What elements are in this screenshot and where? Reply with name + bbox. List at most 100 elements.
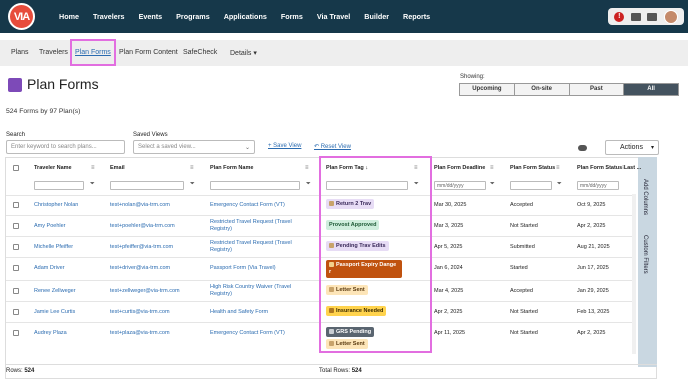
- column-menu-icon[interactable]: ≡: [622, 165, 626, 171]
- row-checkbox[interactable]: [13, 244, 19, 250]
- total-rows-value: 524: [351, 368, 362, 374]
- custom-filters-tab[interactable]: Custom Filters: [642, 235, 648, 274]
- status-value: Accepted: [510, 202, 533, 208]
- filter-icon[interactable]: ⏷: [557, 181, 562, 188]
- deadline-value: Apr 2, 2025: [434, 309, 463, 315]
- filter-traveler-name[interactable]: [34, 181, 84, 190]
- filter-icon[interactable]: ⏷: [306, 181, 311, 188]
- column-menu-icon[interactable]: ≡: [91, 165, 95, 171]
- showing-on-site[interactable]: On-site: [514, 84, 570, 95]
- via-logo[interactable]: VIA: [8, 3, 35, 30]
- traveler-name-link[interactable]: Christopher Nolan: [34, 202, 78, 208]
- status-last-updated-value: Apr 2, 2025: [577, 223, 606, 229]
- status-last-updated-value: Jun 17, 2025: [577, 265, 609, 271]
- subnav-plans[interactable]: Plans: [11, 49, 29, 56]
- subnav-details-dropdown[interactable]: Details ▾: [230, 49, 257, 57]
- save-view-button[interactable]: + Save View: [268, 143, 301, 149]
- plan-form-name-link[interactable]: High Risk Country Waiver (Travel Registr…: [210, 284, 305, 298]
- column-menu-icon[interactable]: ≡: [190, 165, 194, 171]
- email-link[interactable]: test+curtis@via-trm.com: [110, 309, 170, 315]
- mail-icon[interactable]: [630, 12, 641, 21]
- filter-status[interactable]: [510, 181, 552, 190]
- email-link[interactable]: test+zellweger@via-trm.com: [110, 288, 180, 294]
- col-plan-form-status[interactable]: Plan Form Status: [510, 165, 555, 171]
- col-email[interactable]: Email: [110, 165, 125, 171]
- traveler-name-link[interactable]: Audrey Plaza: [34, 330, 67, 336]
- status-value: Submitted: [510, 244, 535, 250]
- nav-builder[interactable]: Builder: [364, 12, 389, 21]
- plan-form-name-link[interactable]: Passport Form (Via Travel): [210, 265, 276, 271]
- actions-button[interactable]: Actions ▾: [605, 140, 659, 155]
- traveler-name-link[interactable]: Renee Zellweger: [34, 288, 76, 294]
- traveler-name-link[interactable]: Amy Poehler: [34, 223, 66, 229]
- alert-icon[interactable]: !: [614, 11, 625, 22]
- filter-icon[interactable]: ⏷: [190, 181, 195, 188]
- plan-form-name-link[interactable]: Emergency Contact Form (VT): [210, 330, 285, 336]
- col-status-last-updated[interactable]: Plan Form Status Last ...: [577, 165, 641, 171]
- filter-icon[interactable]: ⏷: [490, 181, 495, 188]
- plan-form-name-link[interactable]: Emergency Contact Form (VT): [210, 202, 285, 208]
- footer-divider: [5, 364, 657, 365]
- table-scrollbar[interactable]: [632, 194, 636, 354]
- nav-reports[interactable]: Reports: [403, 12, 430, 21]
- briefcase-icon[interactable]: [647, 12, 658, 21]
- nav-programs[interactable]: Programs: [176, 12, 210, 21]
- showing-upcoming[interactable]: Upcoming: [460, 84, 515, 95]
- nav-applications[interactable]: Applications: [224, 12, 267, 21]
- cloud-download-icon[interactable]: [578, 145, 587, 151]
- filter-icon[interactable]: ⏷: [90, 181, 95, 188]
- nav-home[interactable]: Home: [59, 12, 79, 21]
- traveler-name-link[interactable]: Adam Driver: [34, 265, 65, 271]
- filter-plan-form-name[interactable]: [210, 181, 300, 190]
- email-link[interactable]: test+poehler@via-trm.com: [110, 223, 175, 229]
- status-last-updated-value: Feb 13, 2025: [577, 309, 610, 315]
- nav-via-travel[interactable]: Via Travel: [317, 12, 350, 21]
- nav-travelers[interactable]: Travelers: [93, 12, 125, 21]
- filter-email[interactable]: [110, 181, 184, 190]
- caret-down-icon: ▾: [650, 145, 654, 151]
- reset-view-button[interactable]: ↶ Reset View: [314, 143, 351, 150]
- traveler-name-link[interactable]: Jamie Lee Curtis: [34, 309, 75, 315]
- plan-form-name-link[interactable]: Restricted Travel Request (Travel Regist…: [210, 240, 305, 254]
- row-checkbox[interactable]: [13, 202, 19, 208]
- plan-forms-highlight: [70, 39, 116, 66]
- traveler-name-link[interactable]: Michelle Pfeiffer: [34, 244, 73, 250]
- row-checkbox[interactable]: [13, 309, 19, 315]
- nav-events[interactable]: Events: [139, 12, 163, 21]
- select-all-checkbox[interactable]: [13, 165, 19, 171]
- search-input[interactable]: Enter keyword to search plans...: [6, 140, 125, 154]
- subnav-travelers[interactable]: Travelers: [39, 49, 68, 56]
- add-columns-tab[interactable]: Add Columns: [642, 179, 648, 215]
- rows-label: Rows:: [6, 368, 23, 374]
- saved-views-select[interactable]: Select a saved view... ⌄: [133, 140, 255, 154]
- row-checkbox[interactable]: [13, 223, 19, 229]
- email-link[interactable]: test+nolan@via-trm.com: [110, 202, 170, 208]
- column-menu-icon[interactable]: ≡: [556, 165, 560, 171]
- column-menu-icon[interactable]: ≡: [305, 165, 309, 171]
- row-checkbox[interactable]: [13, 330, 19, 336]
- row-checkbox[interactable]: [13, 265, 19, 271]
- email-link[interactable]: test+plaza@via-trm.com: [110, 330, 170, 336]
- plan-form-name-link[interactable]: Health and Safety Form: [210, 309, 268, 315]
- column-menu-icon[interactable]: ≡: [490, 165, 494, 171]
- email-link[interactable]: test+pfeiffer@via-trm.com: [110, 244, 173, 250]
- showing-all[interactable]: All: [624, 84, 678, 95]
- rows-count: Rows: 524: [6, 368, 34, 374]
- actions-label: Actions: [620, 144, 643, 151]
- row-checkbox[interactable]: [13, 288, 19, 294]
- col-plan-form-deadline[interactable]: Plan Form Deadline: [434, 165, 485, 171]
- status-value: Accepted: [510, 288, 533, 294]
- filter-deadline[interactable]: mm/dd/yyyy: [434, 181, 486, 190]
- col-plan-form-name[interactable]: Plan Form Name: [210, 165, 253, 171]
- filter-status-last[interactable]: mm/dd/yyyy: [577, 181, 619, 190]
- email-link[interactable]: test+driver@via-trm.com: [110, 265, 170, 271]
- subnav-plan-form-content[interactable]: Plan Form Content: [119, 49, 178, 56]
- chevron-down-icon: ⌄: [244, 145, 250, 151]
- status-value: Not Started: [510, 309, 538, 315]
- avatar[interactable]: [663, 9, 678, 24]
- nav-forms[interactable]: Forms: [281, 12, 303, 21]
- plan-form-name-link[interactable]: Restricted Travel Request (Travel Regist…: [210, 219, 305, 233]
- col-traveler-name[interactable]: Traveler Name: [34, 165, 72, 171]
- subnav-safecheck[interactable]: SafeCheck: [183, 49, 217, 56]
- showing-past[interactable]: Past: [569, 84, 625, 95]
